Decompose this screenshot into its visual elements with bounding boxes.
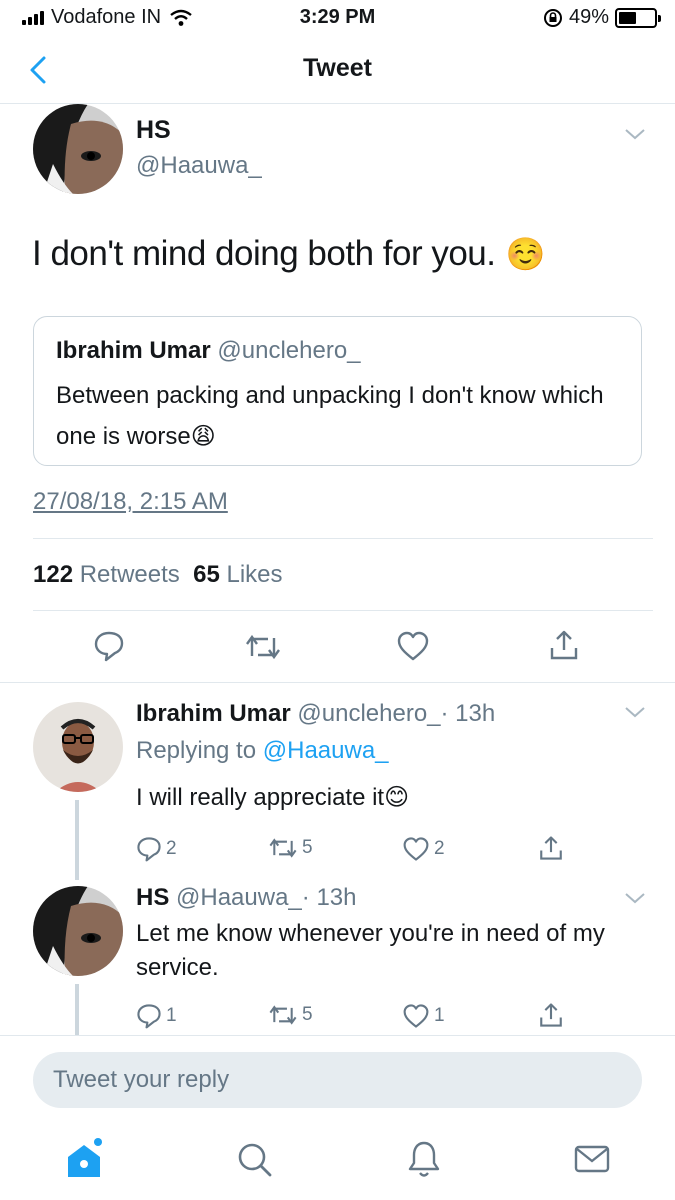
like-icon — [403, 837, 429, 861]
battery-group: 49% — [543, 6, 661, 29]
divider — [33, 610, 653, 611]
reply-text: I will really appreciate it😊 — [136, 781, 409, 815]
reply-count: 1 — [166, 1005, 177, 1026]
like-count: 1 — [434, 1005, 445, 1026]
like-icon — [403, 1004, 429, 1028]
search-icon[interactable] — [234, 1137, 274, 1181]
chevron-down-icon[interactable] — [623, 126, 647, 142]
nav-bar: Tweet — [0, 36, 675, 104]
share-icon[interactable] — [538, 834, 564, 862]
reply-text-body: I will really appreciate it — [136, 784, 385, 811]
reply-time: · 13h — [301, 884, 357, 911]
retweet-icon — [269, 1005, 297, 1025]
tweet-stats: 122 Retweets 65 Likes — [33, 561, 283, 589]
quoted-author-handle: @unclehero_ — [217, 337, 361, 364]
page-title: Tweet — [303, 54, 372, 82]
retweet-button[interactable]: 5 — [268, 836, 313, 860]
divider — [33, 538, 653, 539]
reply-time: · 13h — [440, 700, 496, 727]
mail-icon[interactable] — [572, 1137, 612, 1181]
reply-composer — [0, 1035, 675, 1123]
like-button[interactable]: 2 — [402, 836, 445, 862]
reply-header: HS @Haauwa_· 13h — [136, 884, 356, 912]
tab-bar — [0, 1123, 675, 1200]
retweets-label[interactable]: Retweets — [80, 561, 180, 588]
reply-text: Let me know whenever you're in need of m… — [136, 920, 605, 981]
reply-author-handle[interactable]: @Haauwa_ — [176, 884, 302, 911]
chevron-down-icon[interactable] — [623, 704, 647, 720]
retweet-icon[interactable] — [244, 632, 282, 662]
share-icon[interactable] — [548, 628, 580, 662]
author-handle[interactable]: @Haauwa_ — [136, 152, 262, 180]
retweet-count: 5 — [302, 837, 313, 858]
reply-header: Ibrahim Umar @unclehero_· 13h — [136, 700, 495, 728]
reply-button[interactable]: 2 — [136, 836, 177, 862]
reply-icon — [137, 837, 161, 862]
retweet-icon — [269, 838, 297, 858]
battery-icon — [615, 7, 661, 28]
chevron-down-icon[interactable] — [623, 890, 647, 906]
tweet-text-body: I don't mind doing both for you. — [32, 234, 496, 273]
avatar[interactable] — [33, 104, 123, 194]
like-count: 2 — [434, 838, 445, 859]
quoted-tweet[interactable]: Ibrahim Umar @unclehero_ Between packing… — [33, 316, 642, 466]
reply-author-name[interactable]: Ibrahim Umar — [136, 700, 291, 727]
tweet-timestamp[interactable]: 27/08/18, 2:15 AM — [33, 488, 228, 516]
reply-author-handle[interactable]: @unclehero_ — [297, 700, 440, 727]
smiling-eyes-icon: 😊 — [384, 784, 410, 811]
home-icon[interactable] — [64, 1137, 104, 1181]
status-bar: Vodafone IN 3:29 PM 49% — [0, 0, 675, 36]
reply-button[interactable]: 1 — [136, 1003, 177, 1029]
battery-percent: 49% — [568, 6, 609, 28]
author-name[interactable]: HS — [136, 116, 171, 145]
reply-icon[interactable] — [93, 630, 125, 662]
quoted-tweet-text: Between packing and unpacking I don't kn… — [56, 375, 626, 457]
retweet-count: 5 — [302, 1004, 313, 1025]
smiling-face-icon: ☺️ — [505, 236, 546, 272]
replying-to-link[interactable]: @Haauwa_ — [263, 737, 389, 764]
replying-to-line: Replying to @Haauwa_ — [136, 737, 389, 765]
reply-author-name[interactable]: HS — [136, 884, 169, 911]
reply-count: 2 — [166, 838, 177, 859]
quoted-author-name: Ibrahim Umar — [56, 337, 211, 364]
bell-icon[interactable] — [404, 1137, 444, 1181]
likes-count[interactable]: 65 — [193, 561, 220, 588]
reply-input[interactable] — [33, 1052, 642, 1108]
retweets-count[interactable]: 122 — [33, 561, 73, 588]
thread-line — [75, 984, 79, 1036]
orientation-lock-icon — [543, 8, 562, 27]
retweet-button[interactable]: 5 — [268, 1003, 313, 1027]
reply-icon — [137, 1004, 161, 1029]
like-icon[interactable] — [396, 630, 430, 662]
tweet-text: I don't mind doing both for you. ☺️ — [32, 234, 545, 274]
avatar[interactable] — [33, 702, 123, 792]
like-button[interactable]: 1 — [402, 1003, 445, 1029]
quoted-tweet-header: Ibrahim Umar @unclehero_ — [56, 337, 361, 365]
avatar[interactable] — [33, 886, 123, 976]
divider — [0, 682, 675, 683]
likes-label[interactable]: Likes — [226, 561, 282, 588]
thread-line — [75, 800, 79, 880]
replying-to-prefix: Replying to — [136, 737, 257, 764]
quoted-text-body: Between packing and unpacking I don't kn… — [56, 382, 604, 450]
weary-face-icon: 😩 — [190, 423, 216, 450]
share-icon[interactable] — [538, 1001, 564, 1029]
